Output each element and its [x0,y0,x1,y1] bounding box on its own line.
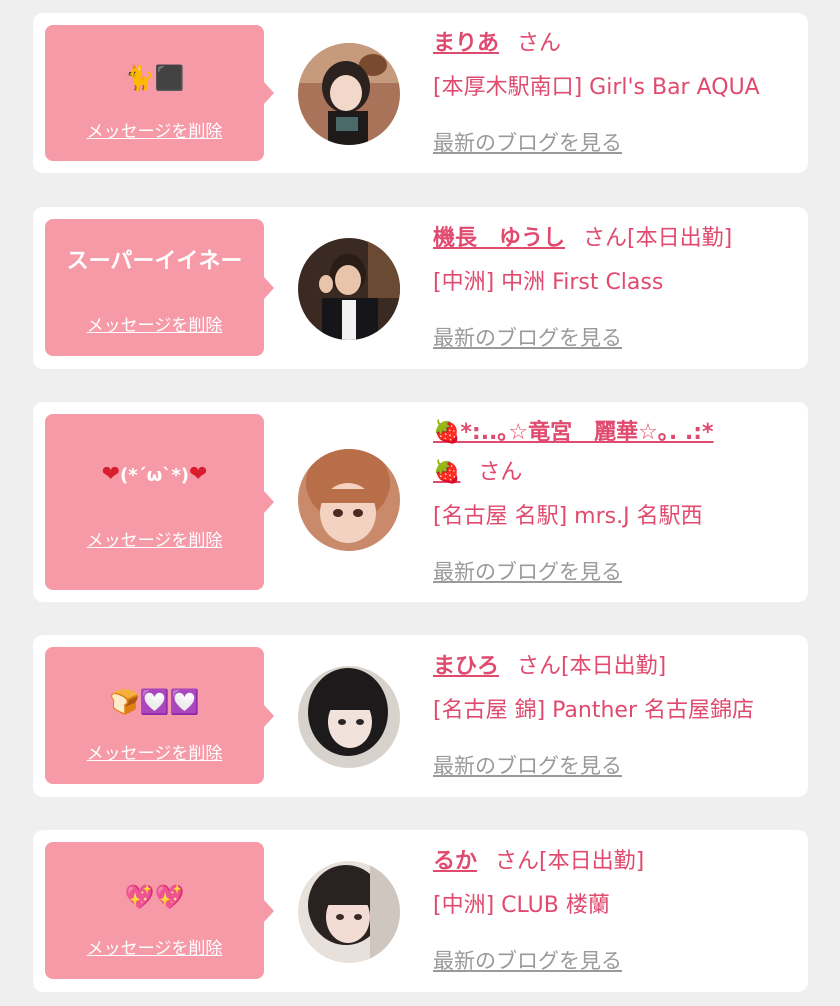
shop-name: [中洲] CLUB 楼蘭 [433,893,610,918]
kaomoji: (*´ω`*) [120,465,189,486]
message-card: スーパーイイネー メッセージを削除 機長 ゆうし さん[本日出勤] [中洲] 中洲… [33,207,808,369]
cast-name-link[interactable]: るか [433,849,477,874]
message-card: 💖💖 メッセージを削除 るか さん[本日出勤] [中洲] CLUB 楼蘭 最新のブ… [33,830,808,992]
cast-name-line-cont: 🍓 さん [433,458,800,488]
cast-name-line: まりあ さん [433,29,800,59]
honorific: さん [583,226,628,251]
message-stamp: 💖💖 [124,883,185,911]
avatar[interactable] [298,666,400,768]
blog-link[interactable]: 最新のブログを見る [433,323,622,353]
delete-message-link[interactable]: メッセージを削除 [45,739,264,764]
shop-name: [中洲] 中洲 First Class [433,270,664,295]
cast-name-link[interactable]: まりあ [433,31,499,56]
message-card: ❤(*´ω`*)❤ メッセージを削除 🍓*:..｡☆竜宮 麗華☆｡. .:* 🍓… [33,402,808,602]
cast-name-line: るか さん[本日出勤] [433,847,800,877]
message-bubble: 🐈⬛ メッセージを削除 [45,25,274,161]
work-status: [本日出勤] [539,849,645,874]
avatar[interactable] [298,449,400,551]
blog-link[interactable]: 最新のブログを見る [433,128,622,158]
honorific: さん [517,654,562,679]
cast-name-line: まひろ さん[本日出勤] [433,652,800,682]
message-bubble: スーパーイイネー メッセージを削除 [45,219,274,356]
message-bubble: 💖💖 メッセージを削除 [45,842,274,979]
blog-link[interactable]: 最新のブログを見る [433,751,622,781]
message-stamp: 🐈⬛ [124,64,185,92]
cast-name-link[interactable]: 🍓*:..｡☆竜宮 麗華☆｡. .:* [433,420,714,445]
cast-name-line: 🍓*:..｡☆竜宮 麗華☆｡. .:* [433,418,800,448]
message-card: 🐈⬛ メッセージを削除 まりあ さん [本厚木駅南口] Girl's Bar AQ… [33,13,808,173]
delete-message-link[interactable]: メッセージを削除 [45,311,264,336]
honorific: さん [517,31,562,56]
blog-link[interactable]: 最新のブログを見る [433,557,622,587]
cast-name-line: 機長 ゆうし さん[本日出勤] [433,224,800,254]
delete-message-link[interactable]: メッセージを削除 [45,117,264,142]
avatar[interactable] [298,238,400,340]
cast-name-link[interactable]: 機長 ゆうし [433,226,565,251]
shop-name: [本厚木駅南口] Girl's Bar AQUA [433,75,760,100]
honorific: さん [478,460,523,485]
honorific: さん [495,849,540,874]
blog-link[interactable]: 最新のブログを見る [433,946,622,976]
heart-icon: ❤ [101,462,121,487]
delete-message-link[interactable]: メッセージを削除 [45,934,264,959]
avatar[interactable] [298,43,400,145]
delete-message-link[interactable]: メッセージを削除 [45,526,264,551]
work-status: [本日出勤] [561,654,667,679]
message-stamp: スーパーイイネー [66,249,243,274]
message-card: 🍞💟💟 メッセージを削除 まひろ さん[本日出勤] [名古屋 錦] Panther… [33,635,808,797]
heart-icon: ❤ [188,462,208,487]
message-bubble: ❤(*´ω`*)❤ メッセージを削除 [45,414,274,590]
shop-name: [名古屋 名駅] mrs.J 名駅西 [433,504,703,529]
message-stamp: 🍞💟💟 [109,688,200,716]
strawberry-icon[interactable]: 🍓 [433,460,460,485]
work-status: [本日出勤] [627,226,733,251]
avatar[interactable] [298,861,400,963]
cast-name-link[interactable]: まひろ [433,654,499,679]
message-stamp: ❤(*´ω`*)❤ [45,460,264,491]
message-bubble: 🍞💟💟 メッセージを削除 [45,647,274,784]
shop-name: [名古屋 錦] Panther 名古屋錦店 [433,698,754,723]
